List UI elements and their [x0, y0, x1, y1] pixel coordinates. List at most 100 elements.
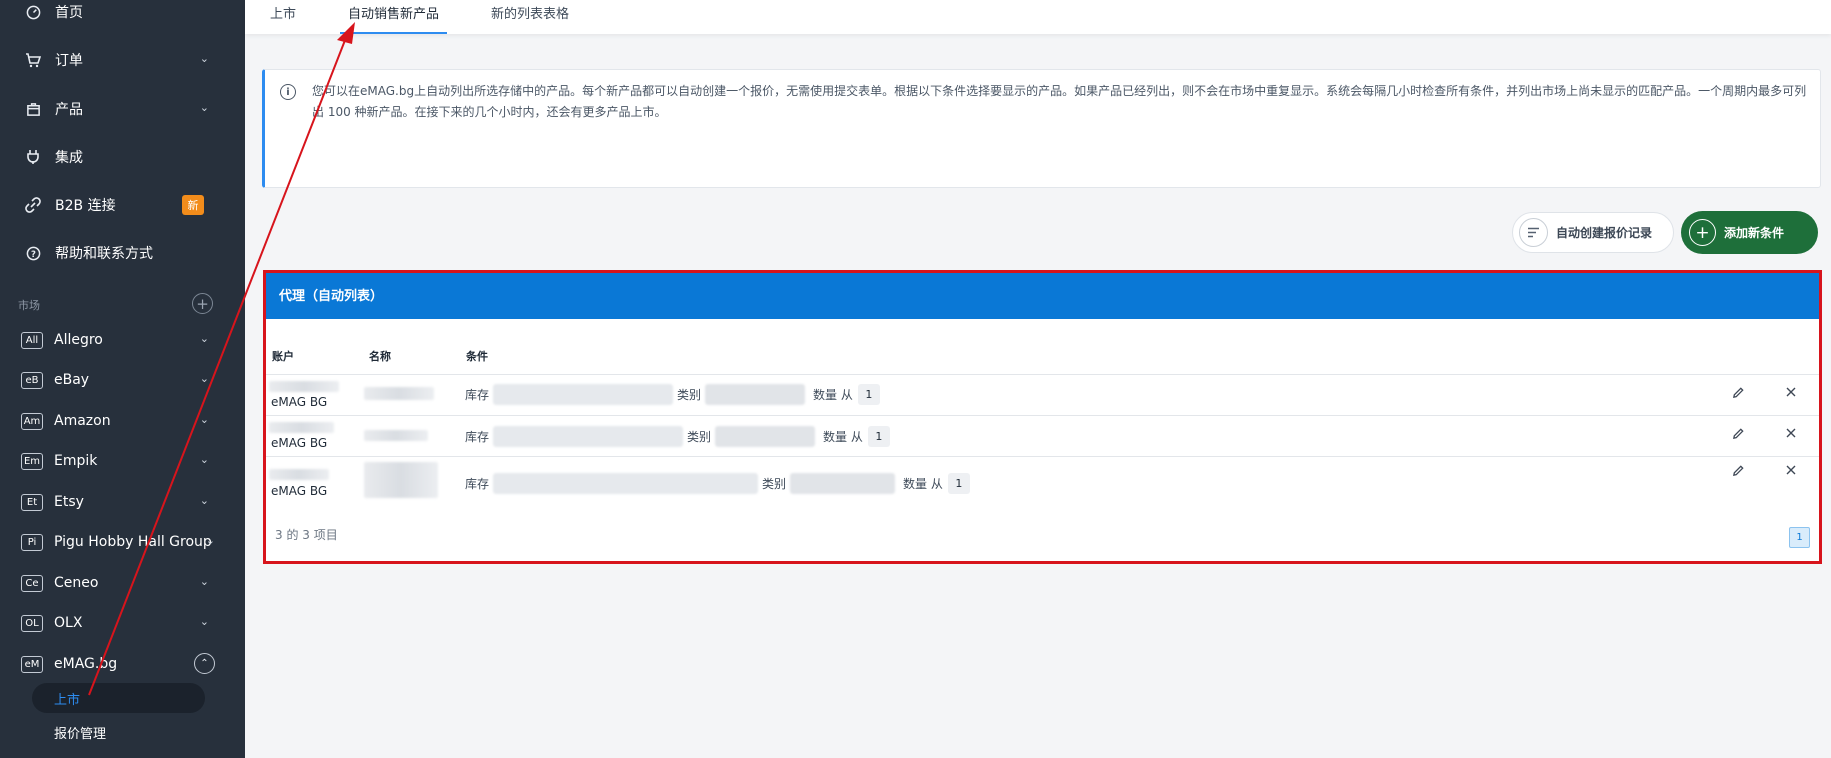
market-allegro[interactable]: All Allegro ⌄ — [0, 325, 245, 355]
market-ceneo-abbr: Ce — [21, 574, 43, 592]
tab-listing[interactable]: 上市 — [270, 0, 296, 34]
row-account: eMAG BG — [271, 436, 328, 450]
chevron-down-icon: ⌄ — [199, 494, 209, 507]
column-name: 名称 — [369, 350, 391, 363]
quantity-value: 1 — [867, 426, 890, 447]
redacted-name — [364, 430, 428, 441]
market-olx[interactable]: OL OLX ⌄ — [0, 608, 245, 638]
quantity-value: 1 — [857, 384, 880, 405]
tab-auto-sell-new[interactable]: 自动销售新产品 — [340, 0, 448, 34]
close-icon[interactable] — [1780, 459, 1802, 481]
chevron-down-icon: ⌄ — [199, 413, 209, 426]
nav-help[interactable]: ? 帮助和联系方式 — [0, 238, 245, 268]
chevron-down-icon: ⌄ — [199, 372, 209, 385]
box-icon — [24, 100, 42, 118]
market-olx-label: OLX — [54, 615, 83, 631]
nav-b2b-label: B2B 连接 — [55, 198, 116, 214]
redacted-name — [364, 387, 434, 400]
add-condition-label: 添加新条件 — [1724, 226, 1785, 240]
nav-integrations[interactable]: 集成 — [0, 142, 245, 172]
chevron-down-icon: ⌄ — [199, 615, 209, 628]
market-amazon[interactable]: Am Amazon ⌄ — [0, 406, 245, 436]
nav-home[interactable]: 首页 — [0, 0, 245, 27]
market-allegro-label: Allegro — [54, 332, 103, 348]
info-alert: i 您可以在eMAG.bg上自动列出所选存储中的产品。每个新产品都可以自动创建一… — [262, 69, 1821, 188]
market-emag[interactable]: eM eMAG.bg ⌃ — [0, 649, 245, 679]
cart-icon — [24, 51, 42, 69]
market-pigu-abbr: Pi — [21, 533, 43, 551]
market-pigu-label: Pigu Hobby Hall Group — [54, 534, 212, 550]
table-row: eMAG BG 库存 类别 数量 从 1 — [266, 456, 1819, 508]
market-amazon-label: Amazon — [54, 413, 111, 429]
table-row: eMAG BG 库存 类别 数量 从 1 — [266, 374, 1819, 415]
redacted-account-id — [269, 469, 329, 480]
market-etsy[interactable]: Et Etsy ⌄ — [0, 487, 245, 517]
chevron-down-icon: ⌄ — [199, 332, 209, 345]
info-text: 您可以在eMAG.bg上自动列出所选存储中的产品。每个新产品都可以自动创建一个报… — [312, 84, 1807, 119]
row-conditions: 库存 类别 数量 从 1 — [462, 473, 970, 494]
plug-icon — [24, 148, 42, 166]
market-etsy-abbr: Et — [21, 493, 43, 511]
market-allegro-abbr: All — [21, 331, 43, 349]
nav-b2b[interactable]: B2B 连接 新 — [0, 190, 245, 220]
close-icon[interactable] — [1780, 381, 1802, 403]
redacted-stock — [493, 384, 674, 405]
pagination-page-1[interactable]: 1 — [1789, 527, 1810, 548]
table-row: eMAG BG 库存 类别 数量 从 1 — [266, 415, 1819, 456]
svg-text:?: ? — [31, 248, 36, 258]
market-ebay-label: eBay — [54, 372, 90, 388]
tab-new-listing-form[interactable]: 新的列表表格 — [491, 0, 569, 34]
edit-icon[interactable] — [1727, 459, 1749, 481]
chevron-down-icon: ⌄ — [199, 575, 209, 588]
redacted-category — [790, 473, 896, 494]
nav-home-label: 首页 — [55, 5, 83, 21]
category-label: 类别 — [687, 430, 712, 444]
category-label: 类别 — [762, 477, 787, 491]
row-conditions: 库存 类别 数量 从 1 — [462, 384, 880, 405]
edit-icon[interactable] — [1727, 381, 1749, 403]
redacted-account-id — [269, 422, 334, 433]
market-pigu[interactable]: Pi Pigu Hobby Hall Group ⌄ — [0, 527, 245, 557]
market-empik[interactable]: Em Empik ⌄ — [0, 446, 245, 476]
market-ebay-abbr: eB — [21, 371, 43, 389]
column-conditions: 条件 — [466, 350, 488, 363]
link-icon — [24, 196, 42, 214]
market-empik-label: Empik — [54, 453, 98, 469]
info-icon: i — [280, 84, 296, 100]
sidebar: 首页 订单 ⌄ 产品 ⌄ 集成 B2B 连接 新 ? 帮助和联系方式 市场 + — [0, 0, 245, 758]
edit-icon[interactable] — [1727, 422, 1749, 444]
submenu-offer-management[interactable]: 报价管理 — [54, 723, 106, 742]
market-amazon-abbr: Am — [21, 412, 43, 430]
chevron-down-icon: ⌄ — [199, 101, 209, 114]
nav-help-label: 帮助和联系方式 — [55, 246, 153, 262]
redacted-category — [715, 426, 816, 447]
chevron-down-icon: ⌄ — [199, 453, 209, 466]
market-etsy-label: Etsy — [54, 494, 84, 510]
panel-header: 代理（自动列表） — [266, 273, 1819, 319]
stock-label: 库存 — [465, 388, 490, 402]
quantity-label: 数量 从 — [823, 430, 863, 444]
add-market-button[interactable]: + — [192, 293, 213, 314]
redacted-name — [364, 462, 438, 498]
chevron-down-icon: ⌄ — [205, 534, 215, 547]
market-empik-abbr: Em — [21, 452, 43, 470]
submenu-listing[interactable]: 上市 — [32, 683, 205, 713]
auto-offer-log-label: 自动创建报价记录 — [1556, 226, 1653, 240]
plus-icon: + — [1689, 219, 1716, 246]
column-account: 账户 — [272, 350, 294, 363]
add-condition-button[interactable]: + 添加新条件 — [1681, 211, 1818, 254]
close-icon[interactable] — [1780, 422, 1802, 444]
chevron-up-icon[interactable]: ⌃ — [194, 653, 215, 674]
auto-offer-log-button[interactable]: 自动创建报价记录 — [1512, 212, 1674, 253]
market-emag-label: eMAG.bg — [54, 656, 118, 672]
row-conditions: 库存 类别 数量 从 1 — [462, 426, 890, 447]
quantity-label: 数量 从 — [813, 388, 853, 402]
chevron-down-icon: ⌄ — [199, 52, 209, 65]
nav-products[interactable]: 产品 ⌄ — [0, 94, 245, 124]
stock-label: 库存 — [465, 430, 490, 444]
market-ceneo[interactable]: Ce Ceneo ⌄ — [0, 568, 245, 598]
nav-orders[interactable]: 订单 ⌄ — [0, 45, 245, 75]
markets-section-label: 市场 — [18, 299, 40, 312]
help-icon: ? — [24, 244, 42, 262]
market-ebay[interactable]: eB eBay ⌄ — [0, 365, 245, 395]
